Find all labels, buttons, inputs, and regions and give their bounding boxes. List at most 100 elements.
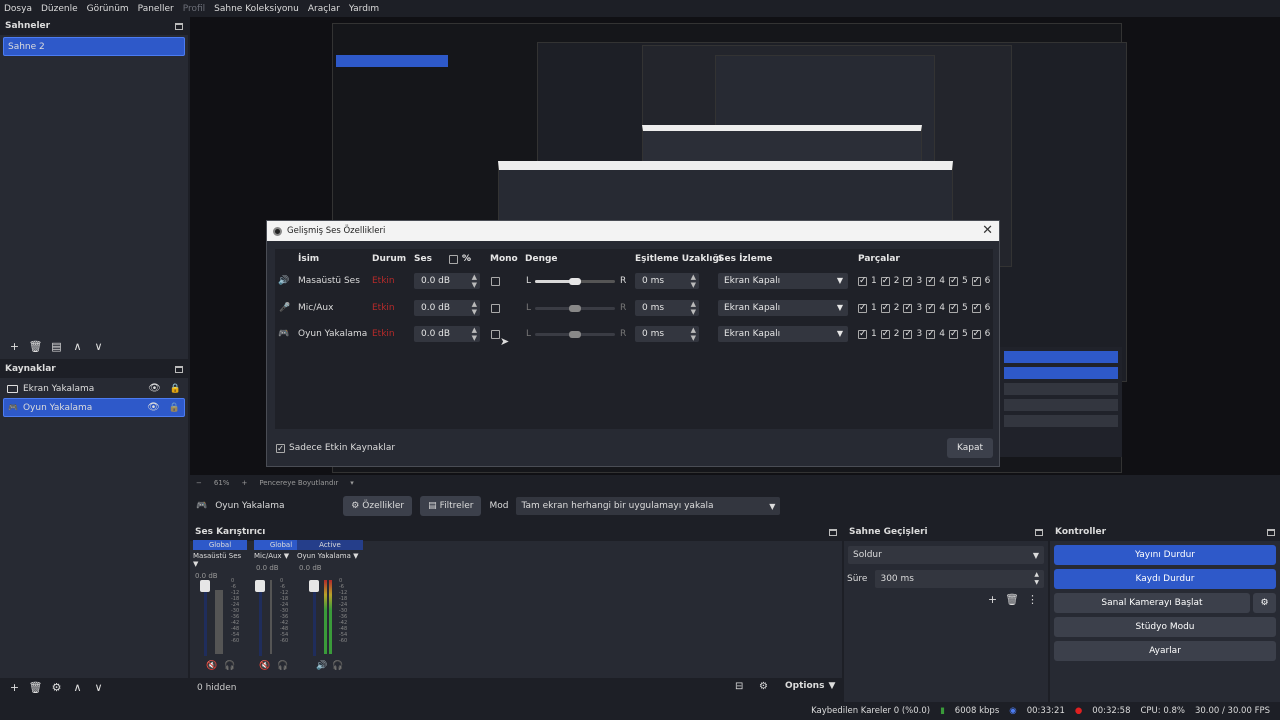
- gear-icon[interactable]: ⚙: [1253, 593, 1276, 613]
- undock-icon[interactable]: [1267, 528, 1275, 536]
- monitor-combo[interactable]: Ekran Kapalı ▼: [718, 300, 848, 316]
- resize-to-window[interactable]: Pencereye Boyutlandır: [259, 479, 338, 487]
- row-status[interactable]: Etkin: [372, 329, 395, 339]
- start-virtual-camera-button[interactable]: Sanal Kamerayı Başlat: [1054, 593, 1250, 613]
- advanced-audio-icon[interactable]: ⚙: [759, 681, 768, 692]
- track-checkbox[interactable]: ✓: [948, 276, 958, 286]
- lock-icon[interactable]: 🔒: [170, 384, 181, 394]
- zoom-in-icon[interactable]: +: [241, 479, 247, 487]
- channel-name[interactable]: Oyun Yakalama ▼: [297, 552, 363, 560]
- trash-icon[interactable]: 🗑: [25, 337, 46, 355]
- mono-checkbox[interactable]: [491, 330, 500, 339]
- menu-help[interactable]: Yardım: [349, 4, 379, 14]
- undock-icon[interactable]: [829, 528, 837, 536]
- options-button[interactable]: Options ▼: [785, 681, 835, 691]
- more-icon[interactable]: ⋮: [1027, 593, 1038, 606]
- scene-item[interactable]: Sahne 2: [3, 37, 185, 56]
- sync-offset-spinbox[interactable]: 0 ms ▲ ▼: [635, 300, 699, 316]
- sync-offset-spinbox[interactable]: 0 ms ▲ ▼: [635, 273, 699, 289]
- spin-arrows-icon[interactable]: ▲ ▼: [691, 273, 696, 289]
- sync-offset-spinbox[interactable]: 0 ms ▲ ▼: [635, 326, 699, 342]
- balance-knob[interactable]: [569, 278, 581, 285]
- track-checkbox[interactable]: ✓: [903, 329, 913, 339]
- mute-icon[interactable]: 🔇: [206, 661, 217, 671]
- track-checkbox[interactable]: ✓: [948, 303, 958, 313]
- move-up-icon[interactable]: ∧: [67, 337, 88, 355]
- menu-docks[interactable]: Paneller: [138, 4, 174, 14]
- gear-icon[interactable]: ⚙: [46, 678, 67, 696]
- balance-knob[interactable]: [569, 331, 581, 338]
- track-checkbox[interactable]: ✓: [926, 276, 936, 286]
- undock-icon[interactable]: [175, 365, 183, 373]
- only-active-checkbox[interactable]: ✓: [276, 444, 285, 453]
- undock-icon[interactable]: [175, 22, 183, 30]
- menu-profile[interactable]: Profil: [183, 4, 205, 14]
- spin-arrows-icon[interactable]: ▲ ▼: [472, 300, 477, 316]
- track-checkbox[interactable]: ✓: [880, 276, 890, 286]
- spin-arrows-icon[interactable]: ▲ ▼: [691, 326, 696, 342]
- unlock-icon[interactable]: 🔒: [169, 403, 180, 413]
- track-checkbox[interactable]: ✓: [926, 303, 936, 313]
- properties-button[interactable]: ⚙ Özellikler: [343, 496, 413, 516]
- volume-fader[interactable]: [204, 582, 207, 656]
- menu-tools[interactable]: Araçlar: [308, 4, 340, 14]
- duration-spinbox[interactable]: 300 ms ▲ ▼: [875, 570, 1044, 588]
- stop-streaming-button[interactable]: Yayını Durdur: [1054, 545, 1276, 565]
- move-down-icon[interactable]: ∨: [88, 678, 109, 696]
- studio-mode-button[interactable]: Stüdyo Modu: [1054, 617, 1276, 637]
- menu-edit[interactable]: Düzenle: [41, 4, 78, 14]
- balance-knob[interactable]: [569, 305, 581, 312]
- close-icon[interactable]: ✕: [982, 223, 993, 238]
- eye-icon[interactable]: 👁: [148, 383, 161, 394]
- close-button[interactable]: Kapat: [947, 438, 993, 458]
- track-checkbox[interactable]: ✓: [858, 329, 867, 339]
- spin-arrows-icon[interactable]: ▲ ▼: [472, 273, 477, 289]
- chevron-down-icon[interactable]: ▾: [350, 479, 354, 487]
- channel-name[interactable]: Masaüstü Ses ▼: [193, 552, 247, 568]
- track-checkbox[interactable]: ✓: [971, 303, 981, 313]
- undock-icon[interactable]: [1035, 528, 1043, 536]
- move-down-icon[interactable]: ∨: [88, 337, 109, 355]
- source-item[interactable]: Ekran Yakalama 👁 🔒: [3, 379, 185, 398]
- filters-button[interactable]: ▤ Filtreler: [420, 496, 482, 516]
- track-checkbox[interactable]: ✓: [903, 276, 913, 286]
- headphones-icon[interactable]: 🎧: [332, 661, 343, 671]
- menu-file[interactable]: Dosya: [4, 4, 32, 14]
- fader-handle[interactable]: [309, 580, 319, 592]
- mono-checkbox[interactable]: [491, 304, 500, 313]
- add-icon[interactable]: +: [988, 593, 997, 606]
- menu-view[interactable]: Görünüm: [87, 4, 129, 14]
- fader-handle[interactable]: [200, 580, 210, 592]
- headphones-icon[interactable]: 🎧: [277, 661, 288, 671]
- volume-fader[interactable]: [259, 582, 262, 656]
- settings-button[interactable]: Ayarlar: [1054, 641, 1276, 661]
- track-checkbox[interactable]: ✓: [858, 303, 867, 313]
- volume-spinbox[interactable]: 0.0 dB ▲ ▼: [414, 326, 480, 342]
- trash-icon[interactable]: 🗑: [25, 678, 46, 696]
- layout-icon[interactable]: ⊟: [735, 681, 743, 692]
- track-checkbox[interactable]: ✓: [948, 329, 958, 339]
- mono-checkbox[interactable]: [491, 277, 500, 286]
- eye-icon[interactable]: 👁: [147, 402, 160, 413]
- monitor-combo[interactable]: Ekran Kapalı ▼: [718, 326, 848, 342]
- volume-spinbox[interactable]: 0.0 dB ▲ ▼: [414, 273, 480, 289]
- filter-icon[interactable]: ▤: [46, 337, 67, 355]
- spin-arrows-icon[interactable]: ▲ ▼: [691, 300, 696, 316]
- row-status[interactable]: Etkin: [372, 276, 395, 286]
- row-status[interactable]: Etkin: [372, 303, 395, 313]
- track-checkbox[interactable]: ✓: [926, 329, 936, 339]
- fader-handle[interactable]: [255, 580, 265, 592]
- add-icon[interactable]: +: [4, 337, 25, 355]
- mode-combo[interactable]: Tam ekran herhangi bir uygulamayı yakala…: [516, 497, 781, 515]
- add-icon[interactable]: +: [4, 678, 25, 696]
- source-item[interactable]: 🎮 Oyun Yakalama 👁 🔒: [3, 398, 185, 417]
- spin-arrows-icon[interactable]: ▲ ▼: [472, 326, 477, 342]
- track-checkbox[interactable]: ✓: [903, 303, 913, 313]
- track-checkbox[interactable]: ✓: [858, 276, 867, 286]
- stop-recording-button[interactable]: Kaydı Durdur: [1054, 569, 1276, 589]
- transition-combo[interactable]: Soldur ▼: [848, 546, 1044, 564]
- headphones-icon[interactable]: 🎧: [224, 661, 235, 671]
- volume-spinbox[interactable]: 0.0 dB ▲ ▼: [414, 300, 480, 316]
- move-up-icon[interactable]: ∧: [67, 678, 88, 696]
- speaker-icon[interactable]: 🔊: [316, 661, 327, 671]
